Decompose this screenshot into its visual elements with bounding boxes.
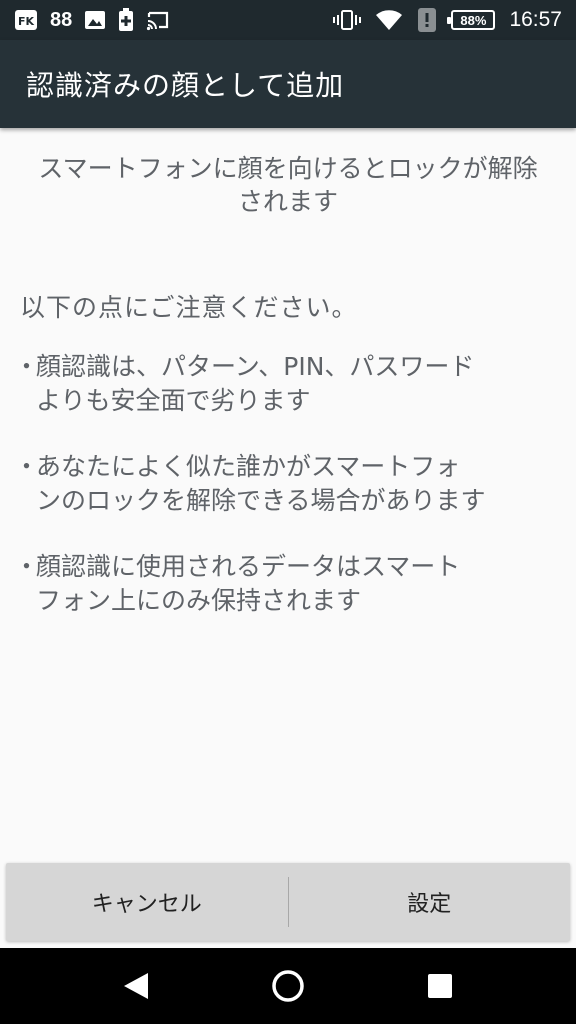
cast-icon (146, 9, 170, 31)
app-fk-icon: FK (14, 9, 38, 31)
list-item-line: あなたによく似た誰かがスマートフォ (36, 452, 461, 481)
bullet-marker: ・ (14, 352, 40, 381)
alert-icon (417, 7, 437, 33)
image-icon (84, 10, 106, 30)
back-icon (124, 973, 148, 999)
list-item-text: 顔認識に使用されるデータはスマート フォン上にのみ保持されます (36, 550, 554, 618)
dialog-button-bar: キャンセル 設定 (6, 863, 570, 941)
intro-line: スマートフォンに顔を向けるとロックが解除 (38, 154, 538, 183)
setup-button[interactable]: 設定 (289, 863, 571, 941)
list-item-line: よりも安全面で劣ります (36, 386, 311, 415)
back-button[interactable] (106, 956, 166, 1016)
battery-level: 88% (460, 12, 487, 28)
list-item-text: 顔認識は、パターン、PIN、パスワード よりも安全面で劣ります (36, 350, 554, 418)
list-item-text: あなたによく似た誰かがスマートフォ ンのロックを解除できる場合があります (36, 450, 554, 518)
home-icon (272, 970, 304, 1002)
list-item-line: ンのロックを解除できる場合があります (36, 486, 486, 515)
notification-count: 88 (50, 8, 73, 31)
notice-heading: 以下の点にご注意ください。 (20, 293, 358, 322)
app-bar: 認識済みの顔として追加 (0, 40, 576, 128)
navigation-bar (0, 948, 576, 1024)
list-item-line: フォン上にのみ保持されます (36, 586, 362, 615)
vibrate-icon (333, 9, 362, 31)
recents-button[interactable] (410, 956, 470, 1016)
wifi-icon (375, 9, 403, 31)
home-button[interactable] (258, 956, 318, 1016)
list-item-line: 顔認識に使用されるデータはスマート (36, 552, 461, 581)
notice-list: ・ 顔認識は、パターン、PIN、パスワード よりも安全面で劣ります ・ あなたに… (14, 350, 554, 650)
list-item-line: 顔認識は、パターン、PIN、パスワード (36, 352, 475, 381)
bullet-marker: ・ (14, 452, 40, 481)
cancel-button[interactable]: キャンセル (6, 863, 288, 941)
list-item: ・ あなたによく似た誰かがスマートフォ ンのロックを解除できる場合があります (14, 450, 554, 518)
list-item: ・ 顔認識に使用されるデータはスマート フォン上にのみ保持されます (14, 550, 554, 618)
battery-icon: 88% (447, 10, 496, 30)
svg-text:FK: FK (18, 15, 35, 28)
content-area: スマートフォンに顔を向けるとロックが解除 されます 以下の点にご注意ください。 … (0, 128, 576, 863)
bullet-marker: ・ (14, 552, 40, 581)
status-bar: FK 88 88% 16:57 (0, 0, 576, 40)
recents-icon (428, 974, 452, 998)
list-item: ・ 顔認識は、パターン、PIN、パスワード よりも安全面で劣ります (14, 350, 554, 418)
intro-line: されます (237, 187, 338, 216)
clock: 16:57 (509, 8, 562, 31)
page-title: 認識済みの顔として追加 (26, 69, 345, 102)
battery-saver-icon (118, 8, 134, 32)
intro-text: スマートフォンに顔を向けるとロックが解除 されます (0, 152, 576, 218)
